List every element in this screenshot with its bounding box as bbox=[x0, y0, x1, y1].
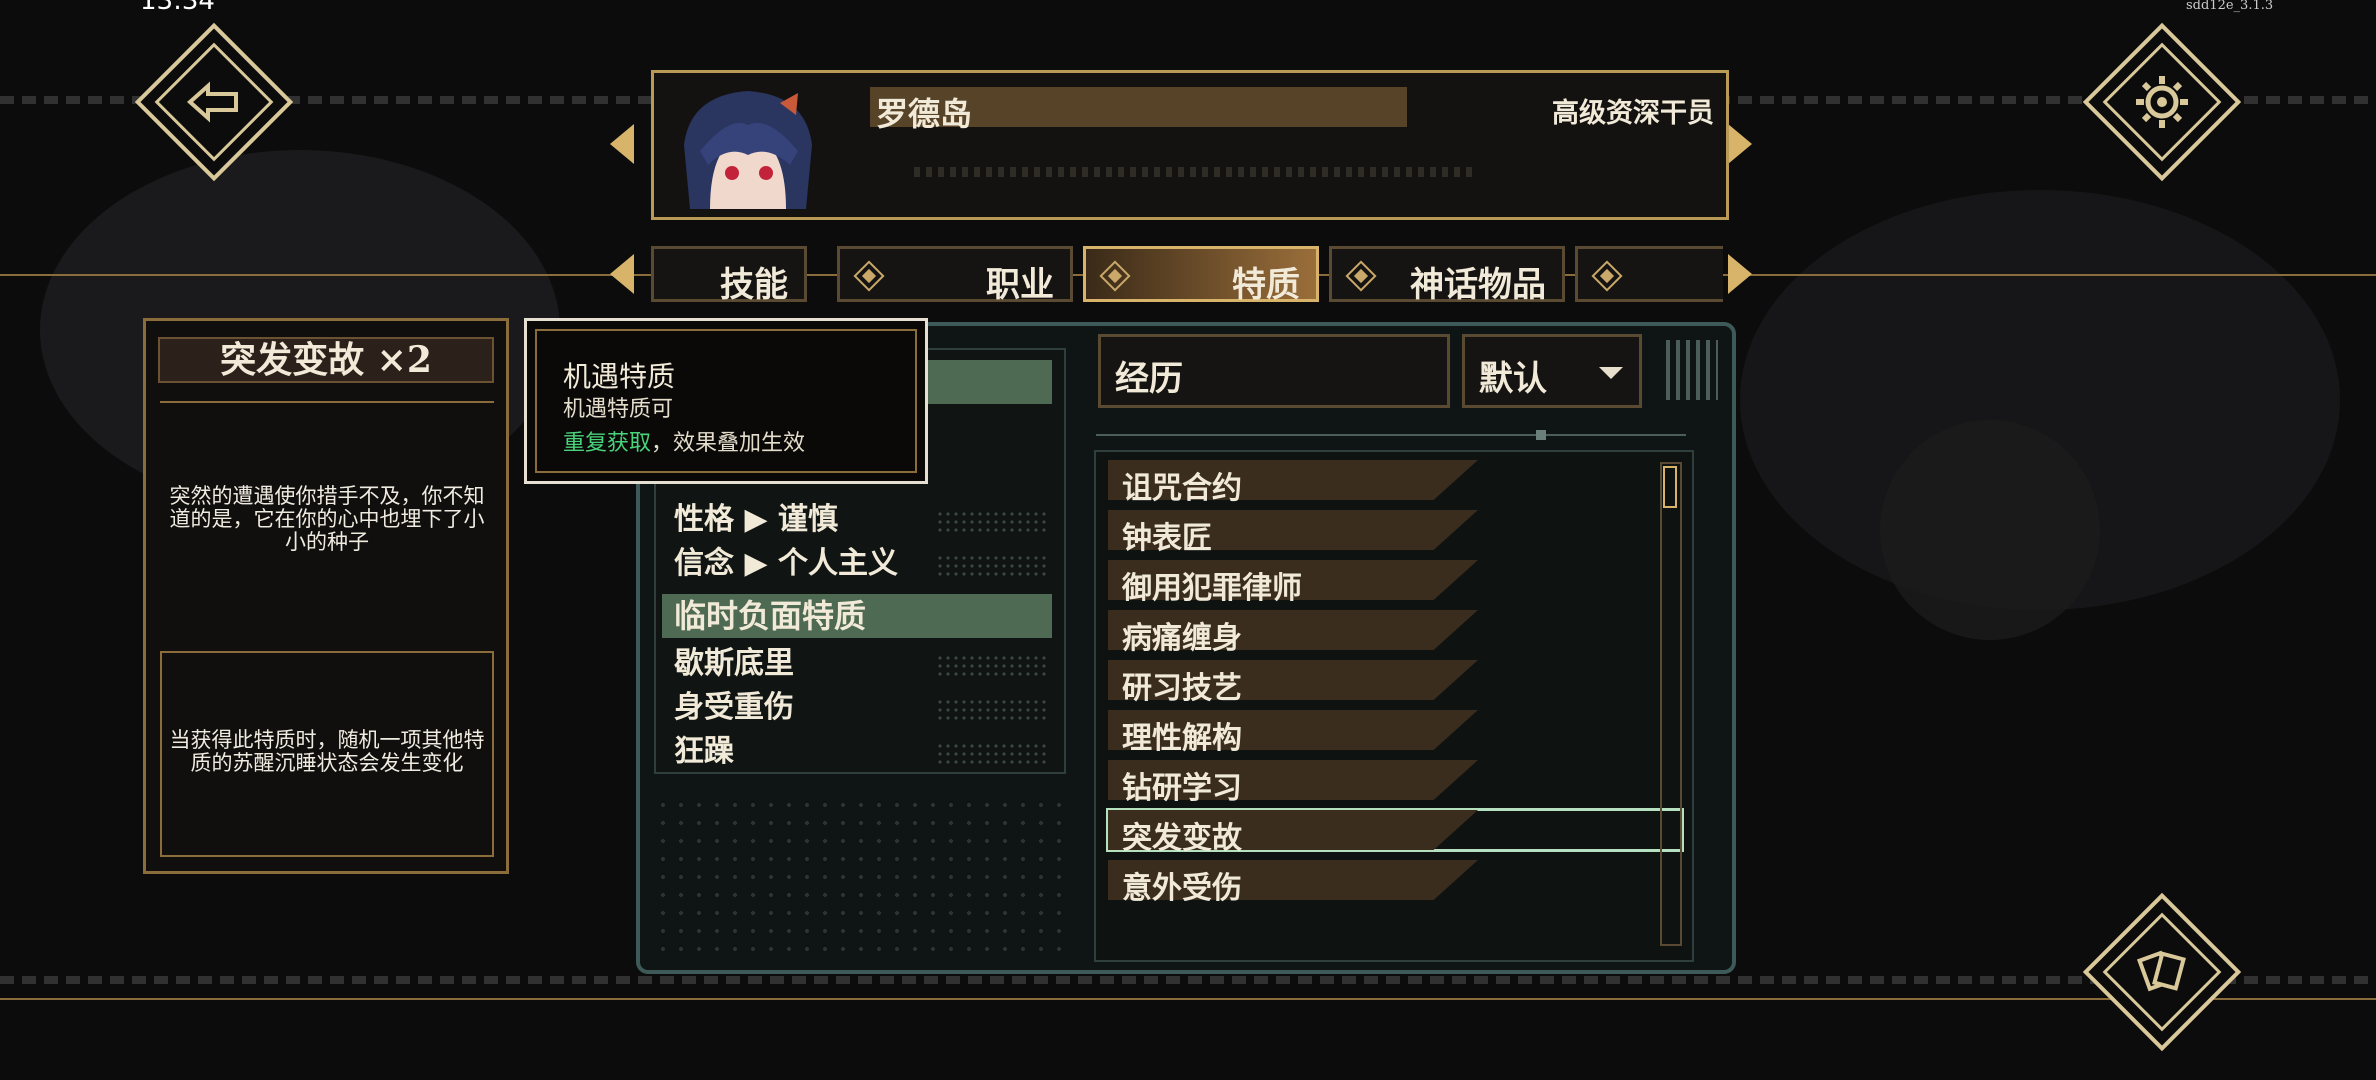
trait-effect-text: 当获得此特质时，随机一项其他特质的苏醒沉睡状态会发生变化 bbox=[169, 728, 485, 775]
tab-skills[interactable]: 技能 bbox=[651, 246, 807, 305]
trait-row[interactable]: 诅咒合约 bbox=[1108, 460, 1668, 506]
trait-label: 病痛缠身 bbox=[1122, 621, 1242, 656]
tab-bar: 技能 职业 特质 神话物品 法 bbox=[651, 246, 1723, 306]
trait-effect-box: 当获得此特质时，随机一项其他特质的苏醒沉睡状态会发生变化 bbox=[160, 651, 494, 857]
character-name: 罗德岛 bbox=[876, 95, 973, 133]
trait-label: 诅咒合约 bbox=[1122, 471, 1242, 506]
dots-decoration bbox=[936, 554, 1046, 576]
trait-label: 钟表匠 bbox=[1122, 521, 1212, 556]
trait-detail-panel: 突发变故 ×2 突然的遭遇使你措手不及，你不知道的是，它在你的心中也埋下了小小的… bbox=[143, 318, 509, 874]
dots-decoration bbox=[654, 796, 1062, 956]
list-item-label: 信念 ▶ 个人主义 bbox=[674, 546, 898, 581]
slider-line bbox=[1096, 434, 1686, 436]
sort-label: 默认 bbox=[1479, 359, 1547, 399]
version-label: sdd12e_3.1.3 bbox=[2186, 0, 2274, 13]
list-item-label: 性格 ▶ 谨慎 bbox=[674, 502, 838, 537]
tab-profession[interactable]: 职业 bbox=[837, 246, 1073, 305]
list-item[interactable]: 信念 ▶ 个人主义 bbox=[662, 542, 1052, 586]
tab-scroll-left-arrow[interactable] bbox=[610, 254, 634, 294]
tab-scroll-right-arrow[interactable] bbox=[1728, 254, 1752, 294]
dots-decoration bbox=[936, 510, 1046, 532]
list-item-label: 狂躁 bbox=[674, 734, 734, 769]
list-item[interactable]: 狂躁 bbox=[662, 730, 1052, 774]
tooltip-body: 重复获取，效果叠加生效 bbox=[563, 425, 805, 457]
trait-list: 诅咒合约 钟表匠 御用犯罪律师 病痛缠身 研习技艺 理性解构 钻研学习 突发变故… bbox=[1094, 450, 1694, 962]
scrollbar-thumb[interactable] bbox=[1663, 466, 1677, 508]
trait-tooltip: 机遇特质 机遇特质可 重复获取，效果叠加生效 bbox=[524, 318, 928, 484]
character-deco-line bbox=[914, 167, 1474, 177]
chevron-down-icon bbox=[1599, 367, 1623, 379]
tab-traits[interactable]: 特质 bbox=[1083, 246, 1319, 305]
dots-decoration bbox=[936, 742, 1046, 764]
tab-label: 神话物品 bbox=[1410, 265, 1546, 305]
trait-label: 钻研学习 bbox=[1122, 771, 1242, 806]
list-item[interactable]: 性格 ▶ 谨慎 bbox=[662, 498, 1052, 542]
status-time: 13:34 bbox=[140, 0, 215, 16]
divider bbox=[160, 401, 494, 403]
diamond-gem-icon bbox=[853, 260, 885, 292]
tooltip-rest: ，效果叠加生效 bbox=[651, 431, 806, 456]
character-portrait bbox=[670, 85, 824, 209]
tab-spells[interactable]: 法 bbox=[1575, 246, 1723, 302]
trait-list-scrollbar[interactable] bbox=[1660, 462, 1682, 946]
back-button[interactable] bbox=[134, 22, 294, 182]
next-character-arrow[interactable] bbox=[1728, 124, 1752, 164]
trait-row[interactable]: 病痛缠身 bbox=[1108, 610, 1668, 656]
trait-label: 意外受伤 bbox=[1122, 871, 1242, 906]
settings-button[interactable] bbox=[2082, 22, 2242, 182]
filter-label: 经历 bbox=[1115, 359, 1183, 399]
tab-label: 特质 bbox=[1232, 265, 1300, 305]
list-item[interactable]: 歇斯底里 bbox=[662, 642, 1052, 686]
list-item-label: 身受重伤 bbox=[674, 690, 794, 725]
list-item[interactable]: 身受重伤 bbox=[662, 686, 1052, 730]
trait-row[interactable]: 钟表匠 bbox=[1108, 510, 1668, 556]
tab-label: 职业 bbox=[986, 265, 1054, 305]
tooltip-title: 机遇特质 bbox=[563, 360, 676, 393]
trait-label: 理性解构 bbox=[1122, 721, 1242, 756]
bottom-line bbox=[0, 998, 2376, 1000]
category-header-label: 临时负面特质 bbox=[674, 597, 867, 635]
trait-row[interactable]: 意外受伤 bbox=[1108, 860, 1668, 906]
sort-dropdown[interactable]: 默认 bbox=[1462, 334, 1642, 408]
trait-label: 突发变故 bbox=[1122, 821, 1242, 856]
gear-icon bbox=[2136, 76, 2188, 128]
trait-row[interactable]: 钻研学习 bbox=[1108, 760, 1668, 806]
back-arrow-icon bbox=[186, 81, 238, 123]
trait-label: 研习技艺 bbox=[1122, 671, 1242, 706]
trait-row[interactable]: 理性解构 bbox=[1108, 710, 1668, 756]
slider-knob[interactable] bbox=[1536, 430, 1546, 440]
tab-label: 技能 bbox=[720, 265, 788, 305]
trait-row[interactable]: 御用犯罪律师 bbox=[1108, 560, 1668, 606]
cards-button[interactable] bbox=[2082, 892, 2242, 1052]
bg-shape bbox=[1880, 420, 2100, 640]
trait-flavor-text: 突然的遭遇使你措手不及，你不知道的是，它在你的心中也埋下了小小的种子 bbox=[169, 484, 485, 554]
diamond-gem-icon bbox=[1099, 260, 1131, 292]
tooltip-highlight: 重复获取 bbox=[563, 431, 652, 456]
category-header[interactable]: 临时负面特质 bbox=[662, 594, 1052, 638]
dots-decoration bbox=[936, 698, 1046, 720]
tooltip-subtitle: 机遇特质可 bbox=[563, 397, 674, 422]
tab-mythic-items[interactable]: 神话物品 bbox=[1329, 246, 1565, 305]
trait-row[interactable]: 研习技艺 bbox=[1108, 660, 1668, 706]
cards-icon bbox=[2136, 950, 2186, 992]
grille-decoration bbox=[1666, 340, 1718, 400]
dots-decoration bbox=[936, 654, 1046, 676]
diamond-gem-icon bbox=[1345, 260, 1377, 292]
diamond-gem-icon bbox=[1591, 260, 1623, 292]
trait-row-selected[interactable]: 突发变故 bbox=[1106, 808, 1684, 856]
category-filter-field[interactable]: 经历 bbox=[1098, 334, 1450, 408]
filter-slider[interactable] bbox=[1096, 430, 1686, 440]
trait-detail-title: 突发变故 ×2 bbox=[158, 337, 494, 383]
trait-label: 御用犯罪律师 bbox=[1122, 571, 1302, 606]
character-panel: 罗德岛 高级资深干员 bbox=[651, 70, 1729, 220]
bottom-dash-line bbox=[0, 976, 2376, 984]
list-item-label: 歇斯底里 bbox=[674, 646, 794, 681]
character-title: 高级资深干员 bbox=[1552, 98, 1714, 129]
prev-character-arrow[interactable] bbox=[610, 124, 634, 164]
